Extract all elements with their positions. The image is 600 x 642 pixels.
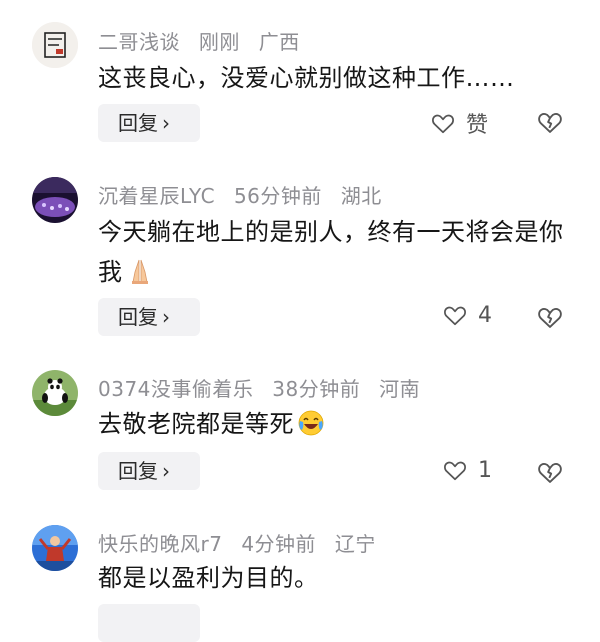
comment-meta: 沉着星辰LYC 56分钟前 湖北 xyxy=(98,180,394,209)
broken-heart-icon[interactable] xyxy=(536,303,564,331)
comment-location: 辽宁 xyxy=(334,532,376,556)
heart-outline-icon xyxy=(432,114,454,134)
comment-location: 广西 xyxy=(258,30,300,54)
comment-meta: 0374没事偷着乐 38分钟前 河南 xyxy=(98,373,432,402)
broken-heart-icon[interactable] xyxy=(536,108,564,136)
comment-text: 去敬老院都是等死 xyxy=(98,404,568,444)
reply-label: 回复 xyxy=(118,459,158,483)
comment-text: 今天躺在地上的是别人，终有一天将会是你我 xyxy=(98,218,564,286)
like-button[interactable]: 1 xyxy=(442,457,492,483)
comment-time: 4分钟前 xyxy=(241,532,317,556)
like-label: 赞 xyxy=(466,113,489,138)
heart-outline-icon xyxy=(444,306,466,326)
comment-time: 刚刚 xyxy=(198,30,240,54)
username[interactable]: 0374没事偷着乐 xyxy=(98,377,253,401)
avatar[interactable] xyxy=(32,525,78,571)
like-count: 4 xyxy=(478,302,492,328)
avatar[interactable] xyxy=(32,177,78,223)
reply-button[interactable]: 回复 › xyxy=(98,298,200,336)
comment-text: 这丧良心，没爱心就别做这种工作…… xyxy=(98,64,515,92)
praying-hands-emoji xyxy=(131,259,148,284)
comment-time: 38分钟前 xyxy=(272,377,361,401)
reply-label: 回复 xyxy=(118,111,158,135)
chevron-right-icon: › xyxy=(162,111,170,135)
heart-outline-icon xyxy=(444,461,466,481)
like-button[interactable]: 4 xyxy=(442,302,492,328)
comment-location: 河南 xyxy=(379,377,421,401)
username[interactable]: 沉着星辰LYC xyxy=(98,184,215,208)
comment-meta: 快乐的晚风r7 4分钟前 辽宁 xyxy=(98,528,388,557)
comment-text: 都是以盈利为目的。 xyxy=(98,564,319,592)
username[interactable]: 二哥浅谈 xyxy=(98,30,180,54)
avatar[interactable] xyxy=(32,22,78,68)
reply-button[interactable]: 回复 › xyxy=(98,104,200,142)
comment-meta: 二哥浅谈 刚刚 广西 xyxy=(98,26,312,55)
avatar[interactable] xyxy=(32,370,78,416)
chevron-right-icon: › xyxy=(162,305,170,329)
reply-button[interactable]: 回复 › xyxy=(98,452,200,490)
comment-location: 湖北 xyxy=(340,184,382,208)
like-count: 1 xyxy=(478,457,492,483)
username[interactable]: 快乐的晚风r7 xyxy=(98,532,222,556)
reply-label: 回复 xyxy=(118,305,158,329)
chevron-right-icon: › xyxy=(162,459,170,483)
broken-heart-icon[interactable] xyxy=(536,458,564,486)
comment-time: 56分钟前 xyxy=(233,184,322,208)
crying-laughing-emoji xyxy=(298,410,324,436)
like-button[interactable]: 赞 xyxy=(430,107,488,139)
